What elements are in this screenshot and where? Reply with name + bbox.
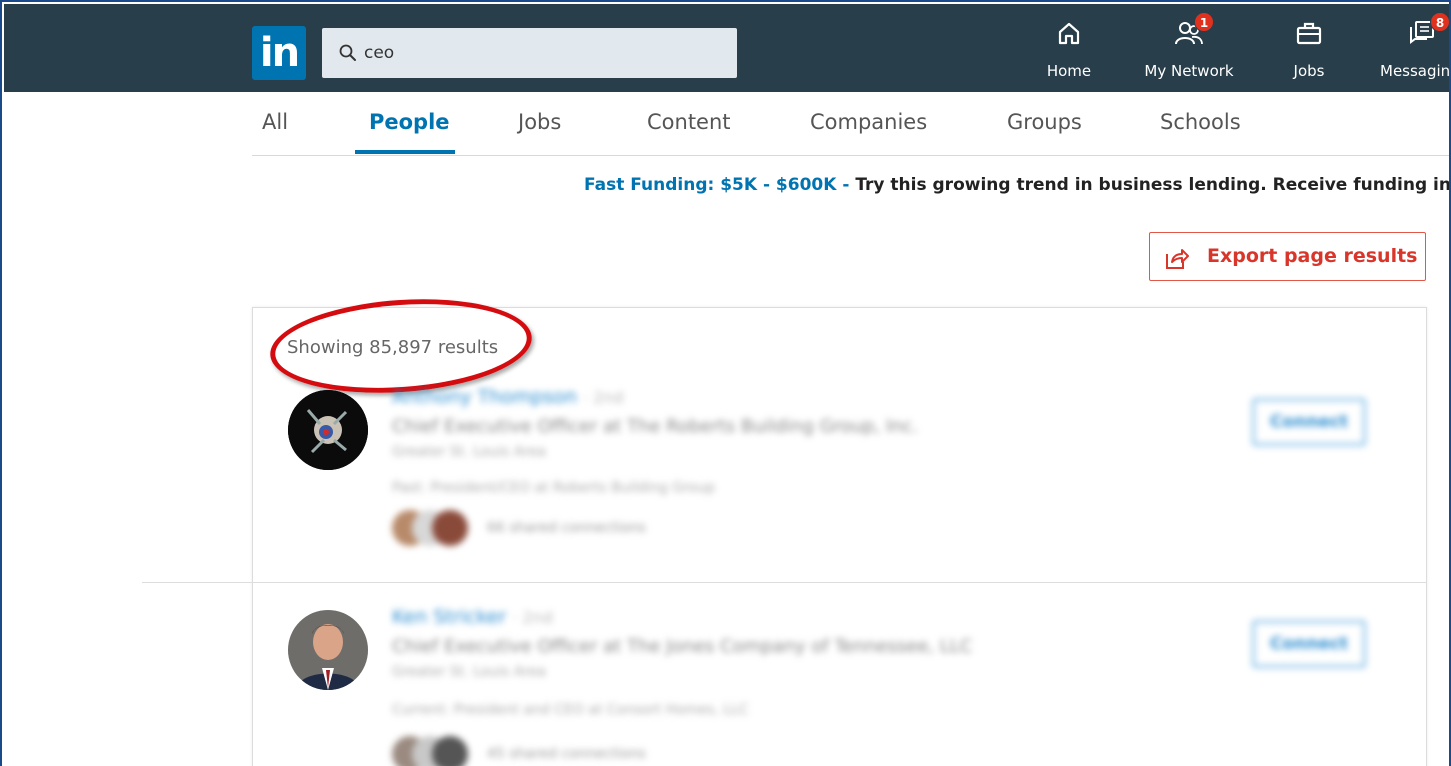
result-name[interactable]: Ken Stricker · 2nd bbox=[392, 606, 553, 628]
result-location: Greater St. Louis Area bbox=[392, 444, 546, 460]
nav-home[interactable]: Home bbox=[1034, 18, 1104, 88]
result-location: Greater St. Louis Area bbox=[392, 664, 546, 680]
export-page-results-button[interactable]: Export page results bbox=[1149, 232, 1426, 281]
avatar[interactable] bbox=[288, 390, 368, 470]
export-label: Export page results bbox=[1207, 245, 1418, 267]
nav-my-network[interactable]: 1 My Network bbox=[1134, 12, 1244, 88]
tab-jobs[interactable]: Jobs bbox=[518, 110, 561, 134]
briefcase-icon bbox=[1296, 22, 1322, 45]
mutual-avatars bbox=[392, 736, 472, 766]
connect-button[interactable]: Connect bbox=[1252, 398, 1366, 446]
ad-text: Try this growing trend in business lendi… bbox=[855, 175, 1451, 195]
tab-content[interactable]: Content bbox=[647, 110, 731, 134]
tab-companies[interactable]: Companies bbox=[810, 110, 927, 134]
result-current: Past: President/CEO at Roberts Building … bbox=[392, 480, 715, 496]
home-icon bbox=[1058, 22, 1080, 45]
result-item: Anthony Thompson · 2nd Chief Executive O… bbox=[252, 382, 1427, 582]
nav-jobs-label: Jobs bbox=[1293, 62, 1325, 80]
avatar-image bbox=[288, 390, 368, 470]
active-tab-indicator bbox=[355, 150, 455, 154]
nav-messaging-label: Messaging bbox=[1380, 62, 1451, 80]
nav-home-label: Home bbox=[1046, 62, 1092, 80]
nav-my-network-label: My Network bbox=[1144, 62, 1234, 80]
avatar[interactable] bbox=[288, 610, 368, 690]
shared-connections[interactable]: 45 shared connections bbox=[487, 746, 646, 762]
nav-jobs[interactable]: Jobs bbox=[1274, 18, 1344, 88]
shared-connections[interactable]: 66 shared connections bbox=[487, 520, 646, 536]
tab-all[interactable]: All bbox=[262, 110, 288, 134]
screenshot-frame: in Home 1 My Network bbox=[0, 0, 1451, 766]
result-divider bbox=[142, 582, 1427, 583]
nav-messaging[interactable]: 8 Messaging bbox=[1374, 12, 1451, 88]
result-item: Ken Stricker · 2nd Chief Executive Offic… bbox=[252, 602, 1427, 766]
search-box[interactable] bbox=[322, 28, 737, 78]
search-filter-tabs: All People Jobs Content Companies Groups… bbox=[252, 98, 1449, 156]
tab-schools[interactable]: Schools bbox=[1160, 110, 1241, 134]
mutual-avatars bbox=[392, 510, 472, 550]
export-icon bbox=[1166, 249, 1189, 269]
result-name[interactable]: Anthony Thompson · 2nd bbox=[392, 386, 624, 408]
search-input[interactable] bbox=[364, 36, 724, 70]
top-nav-bar: in Home 1 My Network bbox=[4, 4, 1451, 92]
result-title: Chief Executive Officer at The Roberts B… bbox=[392, 416, 919, 437]
tab-groups[interactable]: Groups bbox=[1007, 110, 1082, 134]
avatar-image bbox=[288, 610, 368, 690]
search-icon bbox=[339, 44, 356, 61]
connect-button[interactable]: Connect bbox=[1252, 620, 1366, 668]
ad-link[interactable]: Fast Funding: $5K - $600K - bbox=[584, 175, 855, 195]
linkedin-logo[interactable]: in bbox=[252, 26, 306, 80]
network-badge: 1 bbox=[1194, 12, 1214, 32]
tab-people[interactable]: People bbox=[369, 110, 450, 134]
messaging-badge: 8 bbox=[1430, 12, 1449, 32]
sponsored-ad[interactable]: Fast Funding: $5K - $600K - Try this gro… bbox=[584, 175, 1451, 195]
result-current: Current: President and CEO at Consort Ho… bbox=[392, 702, 749, 718]
result-title: Chief Executive Officer at The Jones Com… bbox=[392, 636, 973, 657]
